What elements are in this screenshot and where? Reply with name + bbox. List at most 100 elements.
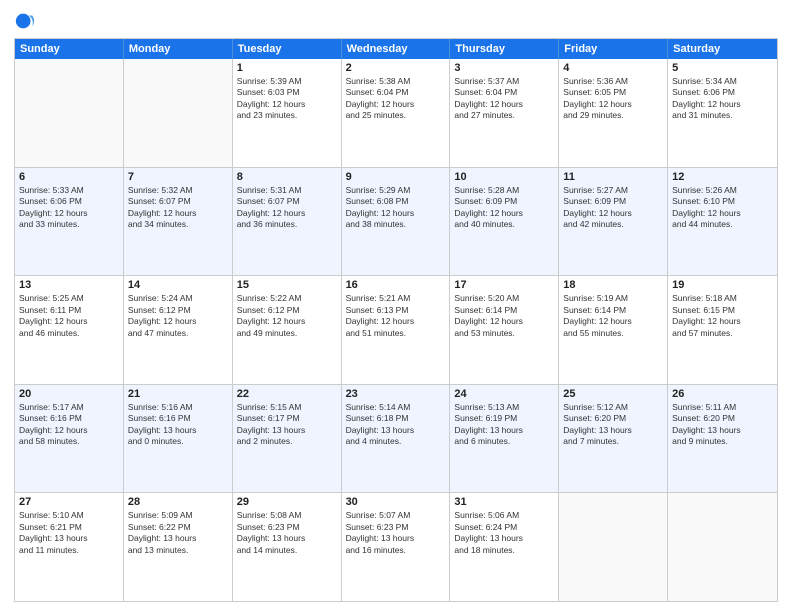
- calendar-cell: 8Sunrise: 5:31 AM Sunset: 6:07 PM Daylig…: [233, 168, 342, 276]
- day-number: 4: [563, 62, 663, 74]
- day-content: Sunrise: 5:09 AM Sunset: 6:22 PM Dayligh…: [128, 510, 228, 556]
- day-content: Sunrise: 5:12 AM Sunset: 6:20 PM Dayligh…: [563, 402, 663, 448]
- header-day-sunday: Sunday: [15, 39, 124, 59]
- day-content: Sunrise: 5:11 AM Sunset: 6:20 PM Dayligh…: [672, 402, 773, 448]
- day-content: Sunrise: 5:19 AM Sunset: 6:14 PM Dayligh…: [563, 293, 663, 339]
- calendar-cell: [124, 59, 233, 167]
- day-content: Sunrise: 5:16 AM Sunset: 6:16 PM Dayligh…: [128, 402, 228, 448]
- header-day-thursday: Thursday: [450, 39, 559, 59]
- calendar-header: SundayMondayTuesdayWednesdayThursdayFrid…: [15, 39, 777, 59]
- day-content: Sunrise: 5:06 AM Sunset: 6:24 PM Dayligh…: [454, 510, 554, 556]
- day-number: 6: [19, 171, 119, 183]
- day-number: 31: [454, 496, 554, 508]
- calendar-cell: 24Sunrise: 5:13 AM Sunset: 6:19 PM Dayli…: [450, 385, 559, 493]
- day-content: Sunrise: 5:17 AM Sunset: 6:16 PM Dayligh…: [19, 402, 119, 448]
- day-content: Sunrise: 5:24 AM Sunset: 6:12 PM Dayligh…: [128, 293, 228, 339]
- day-number: 15: [237, 279, 337, 291]
- day-content: Sunrise: 5:37 AM Sunset: 6:04 PM Dayligh…: [454, 76, 554, 122]
- day-content: Sunrise: 5:33 AM Sunset: 6:06 PM Dayligh…: [19, 185, 119, 231]
- calendar-cell: 26 Sunrise: 5:11 AM Sunset: 6:20 PM Dayli…: [668, 385, 777, 493]
- calendar-cell: 13 Sunrise: 5:25 AM Sunset: 6:11 PM Dayli…: [15, 276, 124, 384]
- day-number: 1: [237, 62, 337, 74]
- calendar-week-4: 27Sunrise: 5:10 AM Sunset: 6:21 PM Dayli…: [15, 492, 777, 601]
- day-number: 23: [346, 388, 446, 400]
- day-number: 10: [454, 171, 554, 183]
- day-content: Sunrise: 5:20 AM Sunset: 6:14 PM Dayligh…: [454, 293, 554, 339]
- day-number: 19: [672, 279, 773, 291]
- calendar-cell: 2 Sunrise: 5:38 AM Sunset: 6:04 PM Daylig…: [342, 59, 451, 167]
- calendar-cell: 3Sunrise: 5:37 AM Sunset: 6:04 PM Daylig…: [450, 59, 559, 167]
- calendar-cell: 15 Sunrise: 5:22 AM Sunset: 6:12 PM Dayli…: [233, 276, 342, 384]
- day-content: Sunrise: 5:14 AM Sunset: 6:18 PM Dayligh…: [346, 402, 446, 448]
- day-number: 13: [19, 279, 119, 291]
- header-day-saturday: Saturday: [668, 39, 777, 59]
- day-content: Sunrise: 5:27 AM Sunset: 6:09 PM Dayligh…: [563, 185, 663, 231]
- day-number: 29: [237, 496, 337, 508]
- day-content: Sunrise: 5:26 AM Sunset: 6:10 PM Dayligh…: [672, 185, 773, 231]
- header-day-friday: Friday: [559, 39, 668, 59]
- calendar-cell: [668, 493, 777, 601]
- day-content: Sunrise: 5:32 AM Sunset: 6:07 PM Dayligh…: [128, 185, 228, 231]
- day-number: 12: [672, 171, 773, 183]
- calendar-cell: 9Sunrise: 5:29 AM Sunset: 6:08 PM Daylig…: [342, 168, 451, 276]
- calendar-cell: 20 Sunrise: 5:17 AM Sunset: 6:16 PM Dayli…: [15, 385, 124, 493]
- day-number: 7: [128, 171, 228, 183]
- day-content: Sunrise: 5:31 AM Sunset: 6:07 PM Dayligh…: [237, 185, 337, 231]
- calendar-cell: 4Sunrise: 5:36 AM Sunset: 6:05 PM Daylig…: [559, 59, 668, 167]
- day-number: 2: [346, 62, 446, 74]
- calendar-cell: 17Sunrise: 5:20 AM Sunset: 6:14 PM Dayli…: [450, 276, 559, 384]
- day-number: 22: [237, 388, 337, 400]
- day-number: 14: [128, 279, 228, 291]
- day-number: 11: [563, 171, 663, 183]
- calendar-cell: 6 Sunrise: 5:33 AM Sunset: 6:06 PM Daylig…: [15, 168, 124, 276]
- day-content: Sunrise: 5:22 AM Sunset: 6:12 PM Dayligh…: [237, 293, 337, 339]
- calendar-week-3: 20 Sunrise: 5:17 AM Sunset: 6:16 PM Dayli…: [15, 384, 777, 493]
- logo: [14, 10, 40, 32]
- day-number: 18: [563, 279, 663, 291]
- calendar-week-0: 1 Sunrise: 5:39 AM Sunset: 6:03 PM Daylig…: [15, 59, 777, 167]
- calendar-week-2: 13 Sunrise: 5:25 AM Sunset: 6:11 PM Dayli…: [15, 275, 777, 384]
- calendar-cell: [559, 493, 668, 601]
- calendar-cell: 14 Sunrise: 5:24 AM Sunset: 6:12 PM Dayli…: [124, 276, 233, 384]
- day-number: 30: [346, 496, 446, 508]
- page: SundayMondayTuesdayWednesdayThursdayFrid…: [0, 0, 792, 612]
- header-day-tuesday: Tuesday: [233, 39, 342, 59]
- calendar-cell: 10 Sunrise: 5:28 AM Sunset: 6:09 PM Dayli…: [450, 168, 559, 276]
- day-number: 27: [19, 496, 119, 508]
- calendar-cell: 7 Sunrise: 5:32 AM Sunset: 6:07 PM Daylig…: [124, 168, 233, 276]
- calendar-cell: 21 Sunrise: 5:16 AM Sunset: 6:16 PM Dayli…: [124, 385, 233, 493]
- calendar-cell: 18 Sunrise: 5:19 AM Sunset: 6:14 PM Dayli…: [559, 276, 668, 384]
- day-content: Sunrise: 5:07 AM Sunset: 6:23 PM Dayligh…: [346, 510, 446, 556]
- day-number: 21: [128, 388, 228, 400]
- header-day-wednesday: Wednesday: [342, 39, 451, 59]
- calendar: SundayMondayTuesdayWednesdayThursdayFrid…: [14, 38, 778, 602]
- calendar-cell: 16Sunrise: 5:21 AM Sunset: 6:13 PM Dayli…: [342, 276, 451, 384]
- day-number: 25: [563, 388, 663, 400]
- header-day-monday: Monday: [124, 39, 233, 59]
- day-content: Sunrise: 5:08 AM Sunset: 6:23 PM Dayligh…: [237, 510, 337, 556]
- logo-icon: [14, 10, 36, 32]
- day-number: 5: [672, 62, 773, 74]
- calendar-cell: 25 Sunrise: 5:12 AM Sunset: 6:20 PM Dayli…: [559, 385, 668, 493]
- day-content: Sunrise: 5:28 AM Sunset: 6:09 PM Dayligh…: [454, 185, 554, 231]
- day-content: Sunrise: 5:38 AM Sunset: 6:04 PM Dayligh…: [346, 76, 446, 122]
- calendar-week-1: 6 Sunrise: 5:33 AM Sunset: 6:06 PM Daylig…: [15, 167, 777, 276]
- calendar-cell: 30 Sunrise: 5:07 AM Sunset: 6:23 PM Dayli…: [342, 493, 451, 601]
- calendar-cell: 27Sunrise: 5:10 AM Sunset: 6:21 PM Dayli…: [15, 493, 124, 601]
- calendar-cell: 28 Sunrise: 5:09 AM Sunset: 6:22 PM Dayli…: [124, 493, 233, 601]
- day-content: Sunrise: 5:34 AM Sunset: 6:06 PM Dayligh…: [672, 76, 773, 122]
- day-number: 28: [128, 496, 228, 508]
- day-content: Sunrise: 5:21 AM Sunset: 6:13 PM Dayligh…: [346, 293, 446, 339]
- calendar-cell: 22 Sunrise: 5:15 AM Sunset: 6:17 PM Dayli…: [233, 385, 342, 493]
- day-content: Sunrise: 5:25 AM Sunset: 6:11 PM Dayligh…: [19, 293, 119, 339]
- calendar-cell: 19 Sunrise: 5:18 AM Sunset: 6:15 PM Dayli…: [668, 276, 777, 384]
- calendar-cell: 1 Sunrise: 5:39 AM Sunset: 6:03 PM Daylig…: [233, 59, 342, 167]
- calendar-cell: 5 Sunrise: 5:34 AM Sunset: 6:06 PM Daylig…: [668, 59, 777, 167]
- day-number: 20: [19, 388, 119, 400]
- day-content: Sunrise: 5:18 AM Sunset: 6:15 PM Dayligh…: [672, 293, 773, 339]
- day-content: Sunrise: 5:15 AM Sunset: 6:17 PM Dayligh…: [237, 402, 337, 448]
- calendar-cell: 31 Sunrise: 5:06 AM Sunset: 6:24 PM Dayli…: [450, 493, 559, 601]
- day-content: Sunrise: 5:39 AM Sunset: 6:03 PM Dayligh…: [237, 76, 337, 122]
- day-number: 26: [672, 388, 773, 400]
- calendar-cell: 12 Sunrise: 5:26 AM Sunset: 6:10 PM Dayli…: [668, 168, 777, 276]
